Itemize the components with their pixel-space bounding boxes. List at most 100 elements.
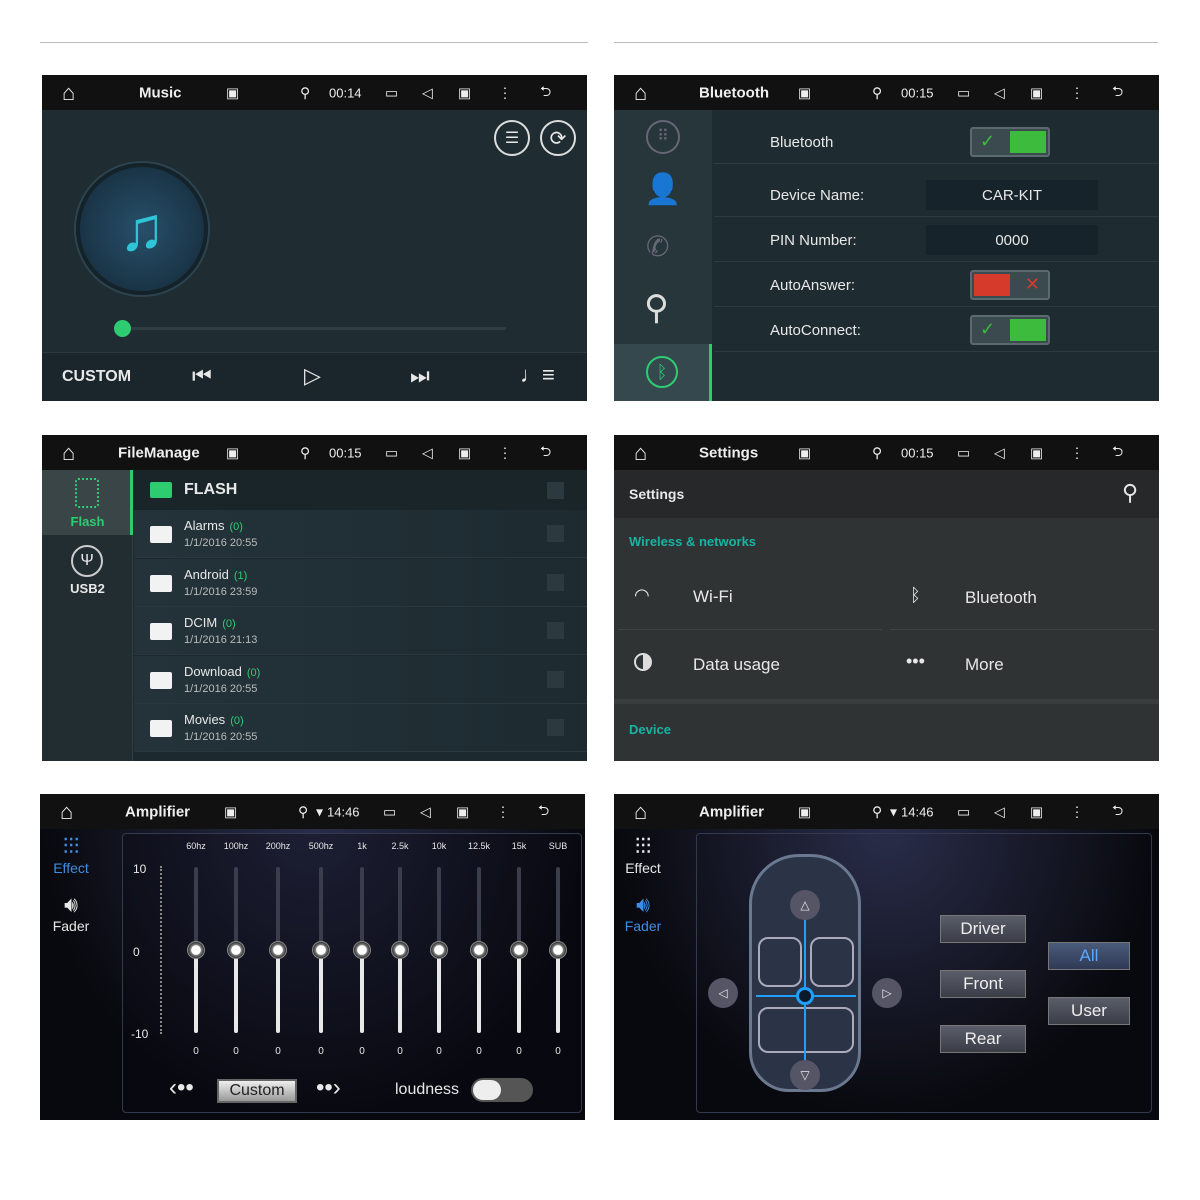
- chip-icon: [75, 478, 99, 508]
- value-field[interactable]: CAR-KIT: [926, 180, 1098, 210]
- menu-icon[interactable]: ⋮: [498, 84, 512, 101]
- rear-button[interactable]: Rear: [940, 1025, 1026, 1053]
- menu-icon[interactable]: ⋮: [1070, 803, 1084, 820]
- front-button[interactable]: Front: [940, 970, 1026, 998]
- storage-flash[interactable]: Flash: [42, 470, 133, 535]
- slider-knob[interactable]: [510, 941, 528, 959]
- progress-handle[interactable]: [114, 320, 131, 337]
- tab-label: Effect: [625, 860, 661, 876]
- storage-usb2[interactable]: Ψ USB2: [42, 543, 133, 599]
- slider-knob[interactable]: [430, 941, 448, 959]
- search-icon[interactable]: ⚲: [644, 288, 669, 328]
- setting-more[interactable]: ••• More: [890, 633, 1154, 698]
- volume-icon[interactable]: ◁: [420, 803, 431, 820]
- call-log-icon[interactable]: ✆: [646, 230, 669, 263]
- repeat-icon[interactable]: ⟳: [540, 120, 576, 156]
- menu-icon[interactable]: ⋮: [498, 444, 512, 461]
- volume-icon[interactable]: ◁: [422, 444, 433, 461]
- screen-icon[interactable]: ▣: [456, 803, 469, 820]
- home-icon[interactable]: ⌂: [634, 799, 647, 825]
- driver-button[interactable]: Driver: [940, 915, 1026, 943]
- file-row[interactable]: DCIM (0) 1/1/2016 21:13: [134, 607, 587, 655]
- prev-preset-button[interactable]: ‹••: [169, 1074, 194, 1102]
- contacts-icon[interactable]: 👤: [644, 172, 681, 207]
- equalizer-icon[interactable]: ☰: [494, 120, 530, 156]
- location-icon: ⚲: [872, 84, 883, 100]
- next-icon[interactable]: ⏭: [410, 363, 430, 389]
- dialpad-icon[interactable]: ⠿: [646, 120, 680, 154]
- toggle-on[interactable]: ✓: [970, 315, 1050, 345]
- fader-up-button[interactable]: △: [790, 890, 820, 920]
- back-icon[interactable]: ⮌: [1112, 800, 1123, 824]
- file-row[interactable]: Download (0) 1/1/2016 20:55: [134, 655, 587, 704]
- slider-knob[interactable]: [269, 941, 287, 959]
- checkbox[interactable]: [547, 719, 564, 736]
- home-icon[interactable]: ⌂: [62, 440, 75, 466]
- back-icon[interactable]: ⮌: [538, 800, 549, 824]
- fader-down-button[interactable]: ▽: [790, 1060, 820, 1090]
- loudness-toggle[interactable]: [471, 1078, 533, 1102]
- home-icon[interactable]: ⌂: [62, 80, 75, 106]
- playlist-icon[interactable]: ♩≡: [520, 362, 555, 388]
- slider-knob[interactable]: [227, 941, 245, 959]
- tab-fader[interactable]: 🔊︎ Fader: [614, 892, 672, 942]
- file-date: 1/1/2016 23:59: [184, 585, 258, 598]
- file-row[interactable]: Android (1) 1/1/2016 23:59: [134, 558, 587, 607]
- tab-fader[interactable]: 🔊︎ Fader: [40, 892, 102, 942]
- home-icon[interactable]: ⌂: [60, 799, 73, 825]
- setting-wifi[interactable]: ◠ Wi-Fi: [618, 565, 882, 630]
- play-icon[interactable]: ▷: [304, 363, 321, 389]
- checkbox[interactable]: [547, 482, 564, 499]
- toggle-off[interactable]: ✕: [970, 270, 1050, 300]
- home-icon[interactable]: ⌂: [634, 80, 647, 106]
- toggle-on[interactable]: ✓: [970, 127, 1050, 157]
- file-row[interactable]: Alarms (0) 1/1/2016 20:55: [134, 510, 587, 558]
- next-preset-button[interactable]: ••›: [316, 1074, 341, 1102]
- checkbox[interactable]: [547, 622, 564, 639]
- checkbox[interactable]: [547, 525, 564, 542]
- slider-knob[interactable]: [353, 941, 371, 959]
- slider-knob[interactable]: [470, 941, 488, 959]
- screen-icon[interactable]: ▣: [458, 444, 471, 461]
- preset-button[interactable]: Custom: [217, 1079, 297, 1103]
- balance-handle[interactable]: [796, 987, 814, 1005]
- slider-knob[interactable]: [391, 941, 409, 959]
- back-icon[interactable]: ⮌: [540, 441, 551, 465]
- bt-settings-tab[interactable]: ᛒ: [614, 344, 712, 401]
- balance-right-button[interactable]: ▷: [872, 978, 902, 1008]
- volume-icon[interactable]: ◁: [994, 444, 1005, 461]
- checkbox[interactable]: [547, 670, 564, 688]
- value-field[interactable]: 0000: [926, 225, 1098, 255]
- menu-icon[interactable]: ⋮: [496, 803, 510, 820]
- menu-icon[interactable]: ⋮: [1070, 84, 1084, 101]
- volume-icon[interactable]: ◁: [994, 803, 1005, 820]
- previous-icon[interactable]: ⏮: [192, 363, 212, 389]
- home-icon[interactable]: ⌂: [634, 440, 647, 466]
- screen-icon[interactable]: ▣: [458, 84, 471, 101]
- screen-icon[interactable]: ▣: [1030, 803, 1043, 820]
- setting-data-usage[interactable]: Data usage: [618, 633, 882, 698]
- slider-knob[interactable]: [549, 941, 567, 959]
- all-button[interactable]: All: [1048, 942, 1130, 970]
- tab-effect[interactable]: ⫶⫶⫶ Effect: [40, 834, 102, 884]
- checkbox[interactable]: [547, 573, 564, 591]
- user-button[interactable]: User: [1048, 997, 1130, 1025]
- volume-icon[interactable]: ◁: [994, 84, 1005, 101]
- screen-icon[interactable]: ▣: [1030, 84, 1043, 101]
- back-icon[interactable]: ⮌: [1112, 81, 1123, 105]
- file-row[interactable]: Movies (0) 1/1/2016 20:55: [134, 704, 587, 752]
- slider-knob[interactable]: [312, 941, 330, 959]
- setting-bluetooth[interactable]: ᛒ Bluetooth: [890, 565, 1154, 630]
- back-icon[interactable]: ⮌: [540, 81, 551, 105]
- search-icon[interactable]: ⚲: [1122, 480, 1138, 506]
- speaker-icon: 🔊︎: [64, 892, 78, 917]
- screen-icon[interactable]: ▣: [1030, 444, 1043, 461]
- slider-knob[interactable]: [187, 941, 205, 959]
- progress-track[interactable]: [122, 327, 506, 330]
- tab-effect[interactable]: ⫶⫶⫶ Effect: [614, 834, 672, 884]
- eq-preset-label[interactable]: CUSTOM: [62, 368, 131, 386]
- back-icon[interactable]: ⮌: [1112, 441, 1123, 465]
- balance-left-button[interactable]: ◁: [708, 978, 738, 1008]
- menu-icon[interactable]: ⋮: [1070, 444, 1084, 461]
- volume-icon[interactable]: ◁: [422, 84, 433, 101]
